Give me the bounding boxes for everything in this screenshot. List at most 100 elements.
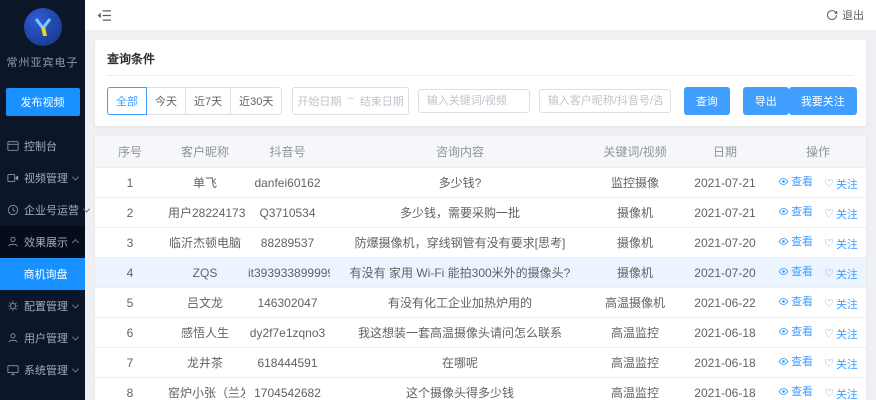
date-range-picker[interactable]: 开始日期 ~ 结束日期 bbox=[292, 87, 408, 115]
cell-content: 这个摄像头得多少钱 bbox=[330, 378, 590, 400]
sidebar-item-label: 系统管理 bbox=[24, 362, 68, 378]
sidebar-item-config-management[interactable]: 配置管理 bbox=[0, 290, 85, 322]
inquiry-table-panel: 序号 客户昵称 抖音号 咨询内容 关键词/视频 日期 操作 1单飞danfei6… bbox=[95, 136, 866, 400]
sidebar-item-label: 控制台 bbox=[24, 138, 80, 154]
view-link[interactable]: 查看 bbox=[778, 353, 813, 369]
logout-label: 退出 bbox=[842, 7, 864, 23]
cell-actions: 查看 ♡关注 bbox=[770, 258, 866, 288]
follow-link[interactable]: ♡关注 bbox=[824, 296, 858, 312]
cell-keyword: 摄像机 bbox=[590, 198, 680, 228]
customer-input[interactable] bbox=[539, 89, 671, 113]
table-row: 5吕文龙146302047有没有化工企业加热炉用的高温摄像机2021-06-22… bbox=[95, 288, 866, 318]
sidebar-item-enterprise-operation[interactable]: 企业号运营 bbox=[0, 194, 85, 226]
cell-date: 2021-06-18 bbox=[680, 348, 770, 378]
follow-link[interactable]: ♡关注 bbox=[824, 326, 858, 342]
table-body: 1单飞danfei60162多少钱?监控摄像2021-07-21查看♡关注2用户… bbox=[95, 168, 866, 400]
range-today-button[interactable]: 今天 bbox=[146, 87, 186, 115]
cell-douyin-id: it393933899999 bbox=[245, 258, 330, 288]
cell-content: 防爆摄像机，穿线钢管有没有要求[思考] bbox=[330, 228, 590, 258]
follow-link[interactable]: ♡关注 bbox=[824, 236, 858, 252]
topbar: 退出 bbox=[85, 0, 876, 30]
app-window: 常州亚宾电子 发布视频 控制台 视频管理 企业号运营 效果展示 bbox=[0, 0, 876, 400]
cell-nickname: 用户282241734 bbox=[165, 198, 245, 228]
chevron-up-icon bbox=[72, 238, 79, 245]
sidebar-item-video-management[interactable]: 视频管理 bbox=[0, 162, 85, 194]
cell-date: 2021-06-18 bbox=[680, 378, 770, 400]
col-header-index: 序号 bbox=[95, 136, 165, 168]
keyword-input[interactable] bbox=[418, 89, 530, 113]
view-link[interactable]: 查看 bbox=[778, 233, 813, 249]
cell-date: 2021-07-21 bbox=[680, 198, 770, 228]
cell-nickname: 龙井茶 bbox=[165, 348, 245, 378]
sidebar-item-dashboard[interactable]: 控制台 bbox=[0, 130, 85, 162]
sidebar-item-results-display[interactable]: 效果展示 bbox=[0, 226, 85, 258]
sidebar-item-label: 企业号运营 bbox=[24, 202, 79, 218]
logout-button[interactable]: 退出 bbox=[826, 7, 864, 23]
cell-actions: 查看 ♡关注 bbox=[770, 318, 866, 348]
table-row: 2用户282241734Q3710534多少钱，需要采购一批摄像机2021-07… bbox=[95, 198, 866, 228]
view-link[interactable]: 查看 bbox=[778, 173, 813, 189]
follow-link[interactable]: ♡关注 bbox=[824, 176, 858, 192]
cell-keyword: 高温摄像机 bbox=[590, 288, 680, 318]
view-link[interactable]: 查看 bbox=[778, 203, 813, 219]
cell-index: 3 bbox=[95, 228, 165, 258]
cell-nickname: 吕文龙 bbox=[165, 288, 245, 318]
cell-index: 4 bbox=[95, 258, 165, 288]
heart-icon: ♡ bbox=[824, 329, 834, 340]
sidebar-item-label: 用户管理 bbox=[24, 330, 68, 346]
heart-icon: ♡ bbox=[824, 209, 834, 220]
table-row: 4ZQSit393933899999有没有 家用 Wi-Fi 能拍300米外的摄… bbox=[95, 258, 866, 288]
view-link[interactable]: 查看 bbox=[778, 263, 813, 279]
cell-content: 我这想装一套高温摄像头请问怎么联系 bbox=[330, 318, 590, 348]
cell-douyin-id: danfei60162 bbox=[245, 168, 330, 198]
follow-link[interactable]: ♡关注 bbox=[824, 386, 858, 400]
sidebar-item-user-management[interactable]: 用户管理 bbox=[0, 322, 85, 354]
col-header-actions: 操作 bbox=[770, 136, 866, 168]
cell-actions: 查看 ♡关注 bbox=[770, 228, 866, 258]
heart-icon: ♡ bbox=[824, 359, 834, 370]
date-separator: ~ bbox=[347, 93, 353, 109]
eye-icon bbox=[778, 356, 789, 367]
cell-date: 2021-07-20 bbox=[680, 258, 770, 288]
follow-link[interactable]: ♡关注 bbox=[824, 206, 858, 222]
view-link[interactable]: 查看 bbox=[778, 323, 813, 339]
range-7days-button[interactable]: 近7天 bbox=[185, 87, 231, 115]
cell-douyin-id: 146302047 bbox=[245, 288, 330, 318]
cell-index: 6 bbox=[95, 318, 165, 348]
cell-index: 5 bbox=[95, 288, 165, 318]
collapse-menu-icon bbox=[97, 9, 112, 22]
cell-date: 2021-06-22 bbox=[680, 288, 770, 318]
export-button[interactable]: 导出 bbox=[743, 87, 789, 115]
cell-nickname: 临沂杰顿电脑 bbox=[165, 228, 245, 258]
col-header-date: 日期 bbox=[680, 136, 770, 168]
logo: 常州亚宾电子 bbox=[0, 0, 85, 70]
cell-actions: 查看 ♡关注 bbox=[770, 198, 866, 228]
cell-keyword: 摄像机 bbox=[590, 228, 680, 258]
sidebar-item-label: 视频管理 bbox=[24, 170, 68, 186]
sidebar-subitem-business-inquiry-active[interactable]: 商机询盘 bbox=[0, 258, 85, 290]
cell-date: 2021-07-21 bbox=[680, 168, 770, 198]
user-icon bbox=[7, 332, 19, 344]
my-follow-button[interactable]: 我要关注 bbox=[789, 87, 857, 115]
range-30days-button[interactable]: 近30天 bbox=[230, 87, 282, 115]
col-header-keyword: 关键词/视频 bbox=[590, 136, 680, 168]
cell-keyword: 高温监控 bbox=[590, 378, 680, 400]
content: 查询条件 全部 今天 近7天 近30天 开始日期 ~ 结束日期 bbox=[85, 30, 876, 400]
heart-icon: ♡ bbox=[824, 179, 834, 190]
view-link[interactable]: 查看 bbox=[778, 293, 813, 309]
sidebar-item-label: 效果展示 bbox=[24, 234, 68, 250]
cell-date: 2021-07-20 bbox=[680, 228, 770, 258]
collapse-sidebar-button[interactable] bbox=[97, 9, 112, 22]
table-row: 3临沂杰顿电脑88289537防爆摄像机，穿线钢管有没有要求[思考]摄像机202… bbox=[95, 228, 866, 258]
search-button[interactable]: 查询 bbox=[684, 87, 730, 115]
heart-icon: ♡ bbox=[824, 299, 834, 310]
follow-link[interactable]: ♡关注 bbox=[824, 266, 858, 282]
gear-icon bbox=[7, 300, 19, 312]
publish-video-button[interactable]: 发布视频 bbox=[6, 88, 80, 116]
view-link[interactable]: 查看 bbox=[778, 383, 813, 399]
eye-icon bbox=[778, 206, 789, 217]
sidebar-item-system-management[interactable]: 系统管理 bbox=[0, 354, 85, 386]
range-all-button[interactable]: 全部 bbox=[107, 87, 147, 115]
follow-link[interactable]: ♡关注 bbox=[824, 356, 858, 372]
col-header-content: 咨询内容 bbox=[330, 136, 590, 168]
